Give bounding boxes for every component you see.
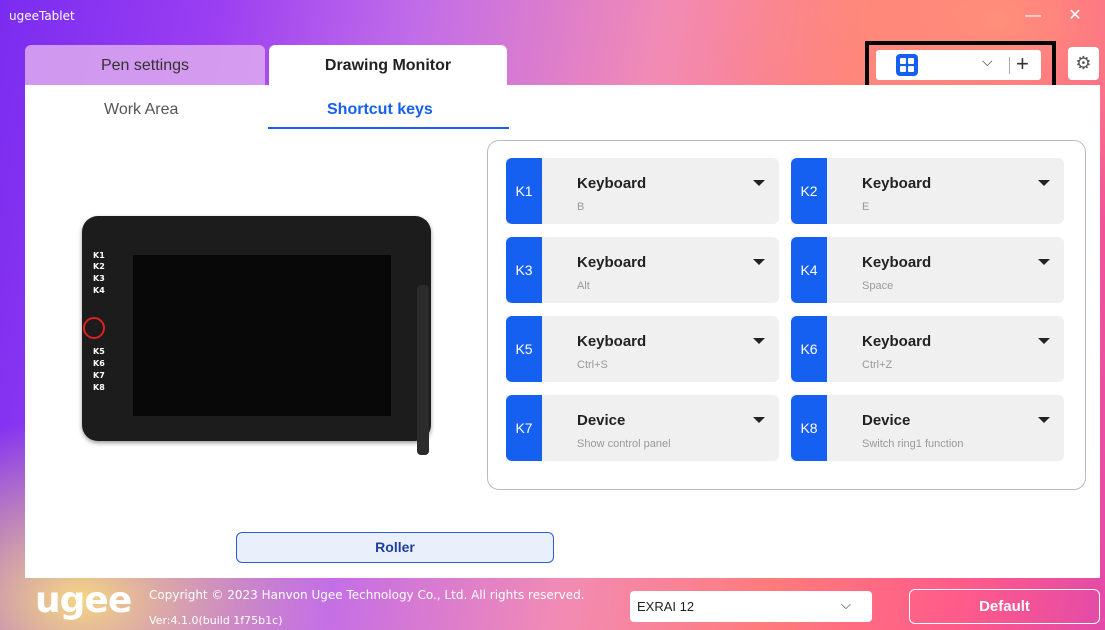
- key-tag: K2: [791, 158, 827, 224]
- key-function-type: Keyboard: [577, 254, 647, 271]
- caret-down-icon[interactable]: [1038, 180, 1050, 186]
- ugee-logo: ugee: [35, 580, 132, 621]
- tablet-key-label: K5: [93, 347, 105, 356]
- title-bar: ugeeTablet — ✕: [0, 0, 1105, 32]
- key-function-type: Keyboard: [577, 175, 647, 192]
- caret-down-icon[interactable]: [753, 180, 765, 186]
- key-function-type: Keyboard: [862, 175, 932, 192]
- caret-down-icon[interactable]: [1038, 417, 1050, 423]
- key-function-value: Show control panel: [577, 438, 671, 450]
- shortcut-key-k7[interactable]: K7 Device Show control panel: [506, 395, 779, 461]
- main-panel: Work Area Shortcut keys K1 Keyboard B K2 Key…: [25, 85, 1100, 578]
- key-function-value: B: [577, 201, 585, 213]
- shortcut-key-k1[interactable]: K1 Keyboard B: [506, 158, 779, 224]
- version-text: Ver:4.1.0(build 1f75b1c): [149, 614, 283, 627]
- default-button[interactable]: Default: [909, 589, 1100, 624]
- app-title: ugeeTablet: [9, 9, 75, 23]
- device-select-value: EXRAI 12: [637, 599, 695, 614]
- key-tag: K4: [791, 237, 827, 303]
- tablet-key-label: K8: [93, 383, 105, 392]
- ring-icon: [83, 317, 105, 339]
- key-tag: K1: [506, 158, 542, 224]
- key-function-type: Keyboard: [862, 333, 932, 350]
- tab-pen-settings[interactable]: Pen settings: [25, 45, 265, 85]
- shortcut-key-k3[interactable]: K3 Keyboard Alt: [506, 237, 779, 303]
- shortcut-key-k6[interactable]: K6 Keyboard Ctrl+Z: [791, 316, 1064, 382]
- key-function-type: Device: [862, 412, 911, 429]
- shortcut-key-k4[interactable]: K4 Keyboard Space: [791, 237, 1064, 303]
- tablet-key-label: K1: [93, 251, 105, 260]
- key-function-value: Space: [862, 280, 894, 292]
- shortcut-key-k5[interactable]: K5 Keyboard Ctrl+S: [506, 316, 779, 382]
- roller-button[interactable]: Roller: [236, 532, 554, 563]
- gear-icon[interactable]: ⚙: [1068, 47, 1099, 80]
- tablet-key-label: K7: [93, 371, 105, 380]
- tablet-key-label: K2: [93, 262, 105, 271]
- key-tag: K7: [506, 395, 542, 461]
- tablet-image: [82, 216, 431, 441]
- shortcut-key-k8[interactable]: K8 Device Switch ring1 function: [791, 395, 1064, 461]
- key-tag: K8: [791, 395, 827, 461]
- close-icon[interactable]: ✕: [1062, 4, 1088, 28]
- caret-down-icon[interactable]: [753, 338, 765, 344]
- key-tag: K3: [506, 237, 542, 303]
- shortcut-key-k2[interactable]: K2 Keyboard E: [791, 158, 1064, 224]
- key-function-value: Ctrl+Z: [862, 359, 893, 371]
- key-tag: K5: [506, 316, 542, 382]
- key-function-type: Keyboard: [862, 254, 932, 271]
- minimize-icon[interactable]: —: [1020, 4, 1046, 28]
- caret-down-icon[interactable]: [1038, 259, 1050, 265]
- footer: ugee Copyright © 2023 Hanvon Ugee Techno…: [0, 578, 1105, 630]
- key-function-value: Ctrl+S: [577, 359, 608, 371]
- tablet-key-label: K6: [93, 359, 105, 368]
- chevron-down-icon[interactable]: ⌵: [841, 597, 851, 613]
- tab-drawing-monitor[interactable]: Drawing Monitor: [269, 45, 507, 85]
- active-tab-underline: [268, 127, 509, 129]
- caret-down-icon[interactable]: [753, 259, 765, 265]
- key-function-value: Switch ring1 function: [862, 438, 964, 450]
- key-function-type: Keyboard: [577, 333, 647, 350]
- tab-shortcut-keys[interactable]: Shortcut keys: [327, 101, 433, 119]
- device-select[interactable]: EXRAI 12 ⌵: [630, 591, 872, 622]
- tablet-screen: [133, 255, 391, 416]
- tablet-key-label: K4: [93, 286, 105, 295]
- key-function-value: E: [862, 201, 870, 213]
- key-function-value: Alt: [577, 280, 590, 292]
- tab-work-area[interactable]: Work Area: [104, 101, 178, 119]
- caret-down-icon[interactable]: [753, 417, 765, 423]
- tablet-key-label: K3: [93, 274, 105, 283]
- caret-down-icon[interactable]: [1038, 338, 1050, 344]
- key-tag: K6: [791, 316, 827, 382]
- copyright-text: Copyright © 2023 Hanvon Ugee Technology …: [149, 588, 585, 602]
- key-function-type: Device: [577, 412, 626, 429]
- tablet-side-edge: [417, 285, 429, 455]
